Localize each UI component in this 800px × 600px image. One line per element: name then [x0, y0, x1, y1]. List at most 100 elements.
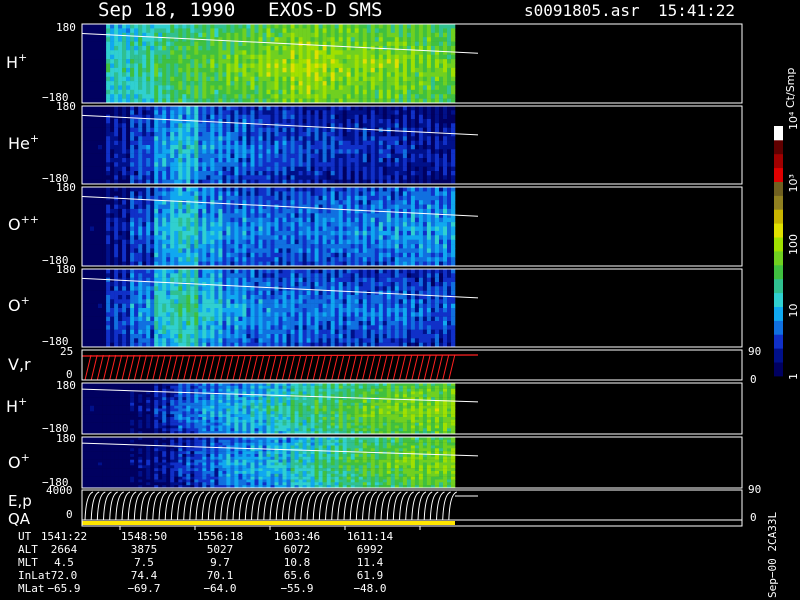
- heat-cell: [142, 239, 147, 245]
- heat-cell: [194, 166, 199, 172]
- heat-cell: [286, 106, 291, 111]
- heat-cell: [398, 257, 404, 262]
- heat-cell: [118, 166, 123, 172]
- heat-cell: [166, 222, 171, 227]
- heat-cell: [266, 191, 271, 197]
- heat-cell: [146, 158, 151, 163]
- heat-cell: [258, 239, 263, 245]
- heat-cell: [418, 195, 424, 201]
- heat-cell: [90, 158, 95, 163]
- heat-cell: [266, 50, 271, 55]
- heat-cell: [386, 217, 392, 223]
- heat-cell: [430, 217, 436, 223]
- heat-cell: [406, 140, 412, 146]
- heat-cell: [430, 195, 436, 201]
- heat-cell: [414, 257, 420, 262]
- heat-cell: [274, 140, 279, 146]
- heat-cell: [354, 59, 359, 64]
- heat-cell: [447, 162, 452, 167]
- heat-cell: [390, 252, 396, 258]
- heat-cell: [246, 226, 251, 232]
- heat-cell: [102, 106, 107, 111]
- heat-cell: [82, 226, 87, 232]
- heat-cell: [186, 204, 191, 210]
- heat-cell: [318, 208, 323, 214]
- heat-cell: [426, 162, 432, 167]
- heat-cell: [398, 213, 404, 218]
- heat-cell: [334, 239, 339, 245]
- heat-cell: [82, 252, 87, 258]
- heat-cell: [330, 248, 335, 254]
- heat-cell: [310, 222, 315, 227]
- heat-cell: [314, 195, 319, 201]
- heat-cell: [306, 119, 311, 124]
- heat-cell: [90, 45, 95, 51]
- heat-cell: [110, 132, 115, 137]
- heat-cell: [238, 67, 243, 73]
- heat-cell: [210, 191, 215, 197]
- heat-cell: [414, 119, 420, 124]
- heat-cell: [338, 132, 343, 137]
- heat-cell: [218, 41, 223, 47]
- heat-cell: [82, 213, 87, 218]
- heat-cell: [422, 191, 428, 197]
- heat-cell: [366, 239, 372, 245]
- heat-cell: [122, 110, 127, 115]
- heat-cell: [250, 94, 255, 99]
- heat-cell: [374, 76, 380, 82]
- heat-cell: [222, 239, 227, 245]
- heat-cell: [186, 132, 191, 137]
- heat-cell: [314, 85, 319, 91]
- heat-cell: [338, 162, 343, 167]
- heat-cell: [422, 208, 428, 214]
- heat-cell: [234, 222, 239, 227]
- heat-cell: [362, 145, 368, 150]
- heat-cell: [118, 162, 123, 167]
- heat-cell: [230, 94, 235, 99]
- heat-cell: [314, 119, 319, 124]
- heat-cell: [214, 244, 219, 249]
- heat-cell: [274, 208, 279, 214]
- heat-cell: [382, 175, 388, 180]
- heat-cell: [354, 106, 359, 111]
- heat-cell: [270, 222, 275, 227]
- heat-cell: [182, 119, 187, 124]
- heat-cell: [374, 94, 380, 99]
- heat-cell: [414, 145, 420, 150]
- heat-cell: [398, 145, 404, 150]
- heat-cell: [354, 37, 359, 42]
- heat-cell: [434, 119, 440, 124]
- heat-cell: [262, 166, 267, 172]
- heat-cell: [154, 63, 159, 69]
- heat-cell: [86, 50, 91, 55]
- heat-cell: [386, 67, 392, 73]
- heat-cell: [270, 72, 275, 77]
- heat-cell: [350, 67, 355, 73]
- heat-cell: [410, 200, 416, 205]
- heat-cell: [238, 153, 243, 159]
- heat-cell: [150, 175, 155, 180]
- heat-cell: [198, 123, 203, 128]
- heat-cell: [270, 41, 275, 47]
- heat-cell: [250, 85, 255, 91]
- heat-cell: [86, 222, 91, 227]
- heat-cell: [94, 72, 99, 77]
- heat-cell: [398, 94, 404, 99]
- heat-cell: [342, 200, 347, 205]
- heat-cell: [146, 24, 151, 29]
- heat-cell: [250, 222, 255, 227]
- heat-cell: [338, 63, 343, 69]
- heat-cell: [346, 158, 351, 163]
- heat-cell: [298, 63, 303, 69]
- heat-cell: [282, 162, 287, 167]
- heat-cell: [443, 136, 448, 141]
- heat-cell: [190, 123, 195, 128]
- heat-cell: [434, 166, 440, 172]
- heat-cell: [118, 72, 123, 77]
- heat-cell: [290, 106, 295, 111]
- heat-cell: [390, 222, 396, 227]
- heat-cell: [110, 208, 115, 214]
- heat-cell: [222, 106, 227, 111]
- heat-cell: [410, 119, 416, 124]
- heat-cell: [382, 123, 388, 128]
